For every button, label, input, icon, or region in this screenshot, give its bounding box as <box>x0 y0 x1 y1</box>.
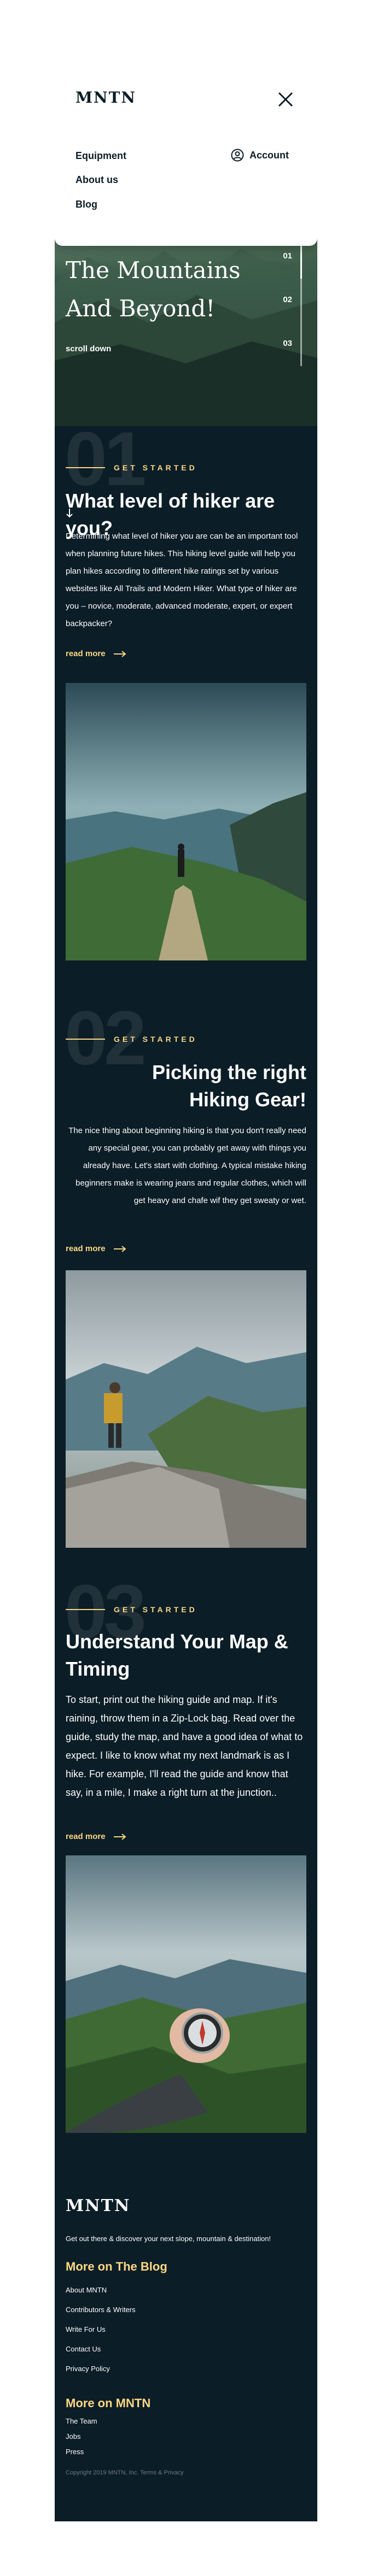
eyebrow-label: GET STARTED <box>114 463 197 472</box>
footer-blog-heading: More on The Blog <box>66 2260 167 2273</box>
footer-link-press[interactable]: Press <box>66 2448 84 2456</box>
section-01-body: Determining what level of hiker you are … <box>66 532 298 628</box>
arrow-right-icon <box>113 650 126 657</box>
hiker-on-cliff-photo <box>66 1270 306 1548</box>
account-link[interactable]: Account <box>231 149 289 162</box>
section-03-eyebrow: GET STARTED <box>66 1605 197 1614</box>
slide-indicator-03[interactable]: 03 <box>283 339 292 348</box>
section-02-title: Picking the right Hiking Gear! <box>152 1061 306 1111</box>
footer-link-write-for-us[interactable]: Write For Us <box>66 2325 106 2333</box>
hero-title: The Mountains And Beyond! <box>66 251 246 328</box>
slide-indicator-02[interactable]: 02 <box>283 295 292 304</box>
footer-link-about-mntn[interactable]: About MNTN <box>66 2286 107 2294</box>
hero-title-line-2: And Beyond! <box>66 295 216 322</box>
eyebrow-line <box>66 1039 105 1040</box>
scroll-down-link[interactable]: scroll down <box>66 344 112 518</box>
footer-link-contributors-writers[interactable]: Contributors & Writers <box>66 2306 136 2314</box>
logo[interactable]: MNTN <box>75 89 136 107</box>
slide-indicator: 01 02 03 <box>280 235 302 366</box>
footer-mntn-heading: More on MNTN <box>66 2396 151 2410</box>
footer-copyright: Copyright 2019 MNTN, Inc. Terms & Privac… <box>66 2469 184 2476</box>
nav-link-about-us[interactable]: About us <box>75 174 118 186</box>
footer-link-privacy-policy[interactable]: Privacy Policy <box>66 2365 110 2373</box>
section-02-eyebrow: GET STARTED <box>66 1035 197 1044</box>
page: The Mountains And Beyond! scroll down 01… <box>55 55 317 2521</box>
section-03-body: To start, print out the hiking guide and… <box>66 1694 303 1798</box>
section-01-read-more-link[interactable]: read more <box>66 649 126 658</box>
read-more-label: read more <box>66 1244 106 1253</box>
user-icon <box>231 149 244 162</box>
footer-tagline: Get out there & discover your next slope… <box>66 2235 271 2243</box>
section-02-body: The nice thing about beginning hiking is… <box>68 1126 306 1205</box>
hero-title-line-1: The Mountains <box>66 257 241 284</box>
account-label: Account <box>249 149 289 161</box>
footer-logo[interactable]: MNTN <box>66 2196 130 2215</box>
section-number-01: 01 <box>65 416 147 502</box>
eyebrow-label: GET STARTED <box>114 1605 197 1614</box>
close-icon <box>278 92 293 107</box>
footer-link-jobs[interactable]: Jobs <box>66 2432 80 2441</box>
slide-indicator-01[interactable]: 01 <box>283 251 292 261</box>
read-more-label: read more <box>66 649 106 658</box>
eyebrow-label: GET STARTED <box>114 1035 197 1044</box>
eyebrow-line <box>66 467 105 468</box>
mobile-menu: MNTN Equipment About us Blog Account <box>55 55 317 246</box>
nav-link-blog[interactable]: Blog <box>75 199 97 210</box>
arrow-right-icon <box>113 1245 126 1252</box>
arrow-right-icon <box>113 1833 126 1840</box>
hiker-on-trail-photo <box>66 683 306 960</box>
nav-link-equipment[interactable]: Equipment <box>75 150 126 162</box>
section-01-eyebrow: GET STARTED <box>66 463 197 472</box>
section-03-read-more-link[interactable]: read more <box>66 1832 126 1841</box>
footer-link-contact-us[interactable]: Contact Us <box>66 2345 101 2353</box>
footer-link-the-team[interactable]: The Team <box>66 2417 97 2425</box>
section-03-title: Understand Your Map & Timing <box>66 1630 288 1680</box>
section-02-read-more-link[interactable]: read more <box>66 1244 126 1253</box>
scroll-down-label: scroll down <box>66 344 112 353</box>
eyebrow-line <box>66 1609 105 1610</box>
close-menu-button[interactable] <box>275 89 297 110</box>
read-more-label: read more <box>66 1832 106 1841</box>
compass-in-hand-photo <box>66 1855 306 2133</box>
